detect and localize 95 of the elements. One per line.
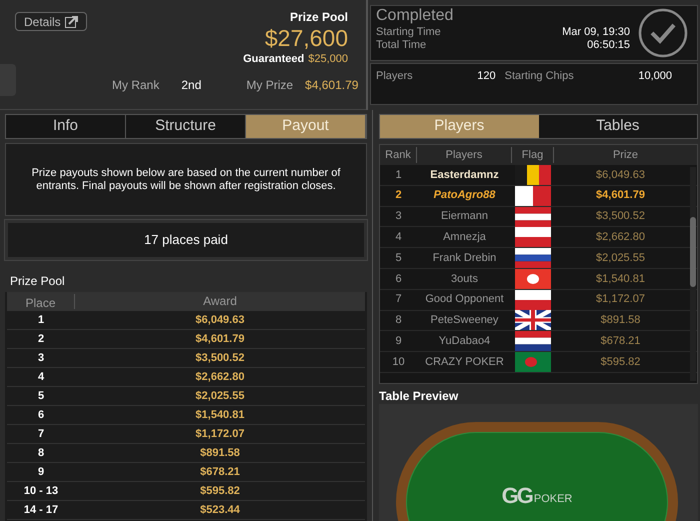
column-header: Flag [512,146,554,164]
table-cell-text: $3,500.52 [595,209,646,224]
prize-pool-title: Prize Pool [5,270,367,292]
column-header: Prize [612,148,640,163]
tab[interactable]: Tables [538,115,697,138]
my-rank-label: My Rank [112,77,160,94]
status-value: Mar 09, 19:30 [562,26,630,39]
player-name: PeteSweeney [430,313,500,328]
starting-chips-label: Starting Chips [504,69,574,84]
my-prize-value: $4,601.79 [305,77,358,94]
player-name: CRAZY POKER [424,354,505,370]
details-button[interactable]: Details [15,12,87,31]
table-cell-text: $891.58 [199,446,241,461]
guaranteed-label: Guaranteed [243,52,304,66]
table-preview-title: Table Preview [379,388,460,404]
table-cell-text: 2 [394,188,403,204]
flag-icon [515,331,551,352]
column-header: Players [417,146,512,164]
table-cell-text: 8 [36,446,46,461]
guaranteed-amount: $25,000 [308,52,348,66]
table-cell-text: $2,662.80 [194,370,246,385]
notice-text: Prize payouts shown below are based on the current number of entrants. Final payouts will be shown after registration closes. [30,166,342,192]
table-cell-text: $2,025.55 [194,388,246,404]
player-name: Easterdamnz [429,168,500,183]
flag-icon [515,227,551,248]
table-cell-text: 8 [394,313,403,328]
logo-mark: GG [502,485,532,507]
player-name: Amnezja [442,230,487,246]
status-title: Completed [376,6,454,26]
table-cell-text: 5 [394,250,403,266]
external-link-icon [64,16,78,28]
tab[interactable]: Structure [126,115,246,138]
players-value: 120 [477,69,496,84]
column-header: Award [202,293,238,310]
table-cell-text: 9 [394,334,403,350]
players-label: Players [376,69,413,84]
table-cell-text: $1,540.81 [194,408,246,423]
table-cell-text: $4,601.79 [194,332,246,347]
table-cell-text: 10 - 13 [22,484,60,499]
table-cell-text: 5 [36,388,46,404]
logo-word: POKER [534,492,572,506]
player-name: YuDabao4 [438,334,492,350]
table-cell-text: 6 [394,272,403,287]
table-cell-text: 3 [394,209,403,224]
table-cell-text: 6 [36,408,46,423]
player-name: Eiermann [440,209,490,224]
column-header: Place [7,294,75,309]
starting-chips-value: 10,000 [638,69,672,84]
flag-icon [515,268,551,289]
table-cell-text: 14 - 17 [22,502,60,518]
table-cell-text: $595.82 [600,354,642,370]
table-cell-text: $1,172.07 [595,292,646,308]
table-cell-text: $2,662.80 [595,230,646,246]
tab[interactable]: Info [6,115,126,138]
table-cell-text: $3,500.52 [194,350,246,366]
table-cell-text: $4,601.79 [595,188,646,204]
table-cell-text: 4 [394,230,403,246]
table-cell-text: 7 [394,292,403,308]
table-cell-text: 4 [36,370,46,385]
table-cell-text: 1 [36,312,46,328]
table-cell-text: $1,172.07 [194,426,246,442]
table-cell-text: $6,049.63 [595,168,646,183]
table-cell-text: $891.58 [600,313,642,328]
flag-icon [515,186,551,206]
prize-pool-label: Prize Pool [290,10,348,24]
table-cell-text: $523.44 [199,502,241,518]
player-name: PatoAgro88 [432,188,496,204]
player-name: Frank Drebin [432,250,498,266]
table-cell-text: 10 [391,354,406,370]
prize-pool-amount: $27,600 [264,24,348,52]
player-name: Good Opponent [424,292,505,308]
table-cell-text: 3 [36,350,46,366]
places-paid-text: 17 places paid [144,231,228,250]
table-cell-text: $6,049.63 [194,312,246,328]
flag-icon [515,352,551,372]
status-value: 06:50:15 [587,39,630,52]
status-label: Starting Time [376,26,441,39]
table-cell-text: $678.21 [199,464,241,480]
flag-icon [515,248,551,268]
flag-icon [515,310,551,330]
my-rank-value: 2nd [181,77,202,94]
flag-icon [515,290,551,310]
status-label: Total Time [376,39,426,52]
table-cell-text: $678.21 [600,334,642,350]
table-cell-text: $1,540.81 [595,272,646,287]
table-cell-text: 1 [394,168,403,183]
player-name: 3outs [450,272,479,287]
table-cell-text: 9 [36,464,46,480]
flag-icon [515,206,551,226]
my-prize-label: My Prize [246,77,294,94]
table-cell-text: $2,025.55 [595,250,646,266]
table-cell-text: 2 [36,332,46,347]
table-cell-text: 7 [36,426,46,442]
column-header: Rank [380,146,417,164]
table-cell-text: $595.82 [199,484,241,499]
